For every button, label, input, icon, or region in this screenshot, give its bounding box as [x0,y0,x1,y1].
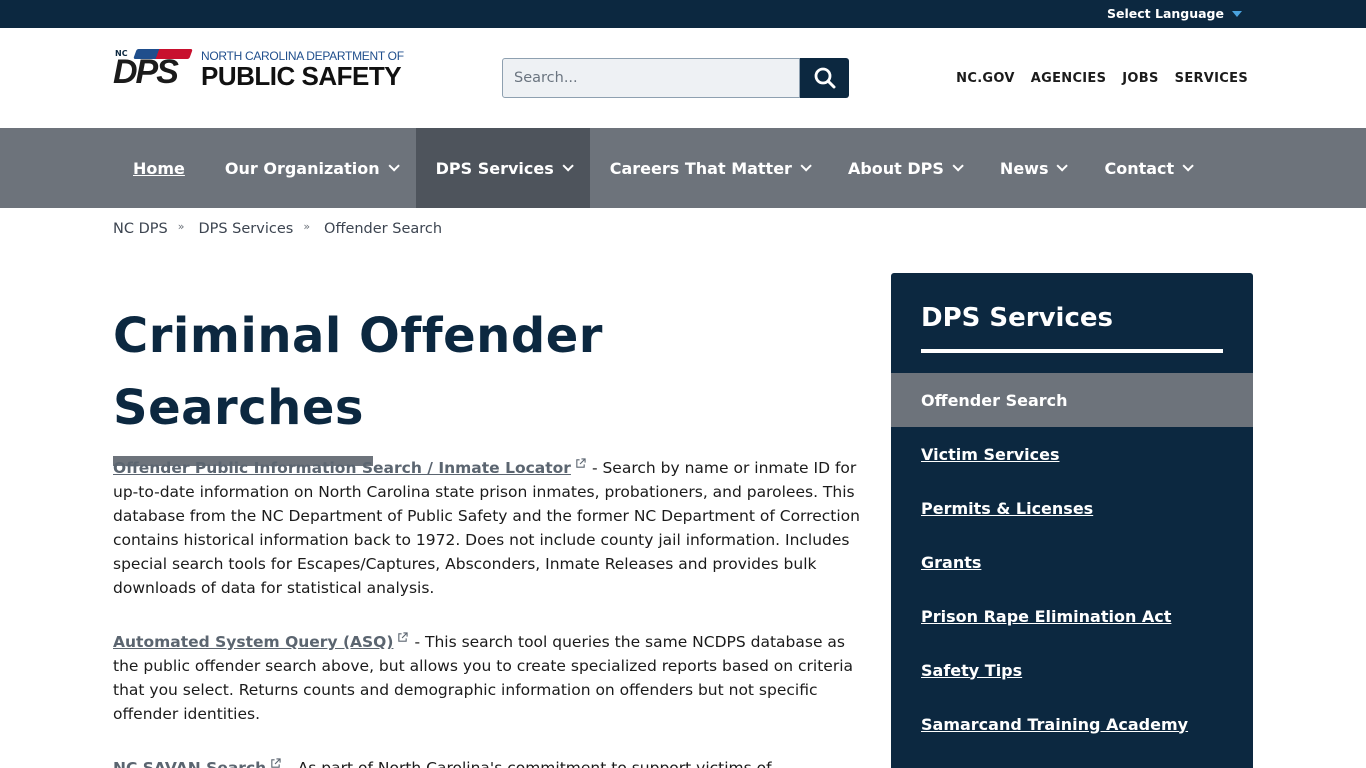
site-header: NC DPS NORTH CAROLINA DEPARTMENT OF PUBL… [0,28,1366,128]
chevron-down-icon [800,160,812,172]
offender-search-link[interactable]: Offender Public Information Search / Inm… [113,459,571,477]
nav-item-about[interactable]: About DPS [828,128,980,208]
sidebar-item-label: Samarcand Training Academy [921,714,1189,734]
sidebar-item-label: Prison Rape Elimination Act [921,606,1172,626]
breadcrumb-separator: » [177,219,185,233]
language-selector[interactable]: Select Language [1107,6,1242,21]
utility-link-jobs[interactable]: JOBS [1122,71,1158,86]
sidebar-item-permits-licenses[interactable]: Permits & Licenses [891,481,1253,535]
chevron-down-icon [388,160,400,172]
chevron-down-icon [1056,160,1069,172]
search-entry: Offender Public Information Search / Inm… [113,456,863,600]
nav-item-contact[interactable]: Contact [1084,128,1210,208]
sidebar-item-offender-search[interactable]: Offender Search [891,373,1253,427]
entry-description: - Search by name or inmate ID for up-to-… [113,459,860,597]
dps-logo-mark: NC DPS [113,49,193,91]
main-content: Criminal Offender Searches Offender Publ… [113,300,863,768]
top-utility-bar: Select Language [0,0,1366,28]
sidebar-title-underline [921,349,1223,353]
sidebar-item-label: Grants [921,552,982,572]
sidebar-item-label: Victim Services [921,444,1060,464]
search-icon [814,67,835,89]
nav-label: Careers That Matter [609,158,792,178]
asq-link[interactable]: Automated System Query (ASQ) [113,633,393,651]
savan-search-link[interactable]: NC SAVAN Search [113,759,266,768]
chevron-down-icon [952,160,964,172]
search-entry: Automated System Query (ASQ) - This searc… [113,630,863,726]
nav-item-our-organization[interactable]: Our Organization [205,128,416,208]
utility-links: NC.GOV AGENCIES JOBS SERVICES [956,71,1248,86]
external-link-icon [271,758,281,768]
nav-item-dps-services[interactable]: DPS Services [415,128,590,208]
sidebar-item-label: Offender Search [921,390,1068,410]
section-sidebar: DPS Services Offender Search Victim Serv… [891,273,1253,768]
utility-link-agencies[interactable]: AGENCIES [1031,71,1107,86]
site-logo[interactable]: NC DPS NORTH CAROLINA DEPARTMENT OF PUBL… [113,48,405,91]
chevron-down-icon [562,160,574,172]
chevron-down-icon [1182,160,1194,172]
nav-label: DPS Services [435,158,554,178]
nav-item-careers[interactable]: Careers That Matter [590,128,828,208]
breadcrumb-link-dps-services[interactable]: DPS Services [198,221,293,237]
search-button[interactable] [800,58,849,98]
nav-label: Home [133,158,185,178]
search-entry: NC SAVAN Search - As part of North Caroli… [113,756,863,768]
nav-label: Contact [1104,158,1175,178]
external-link-icon [398,632,409,642]
external-link-icon [576,458,586,468]
utility-link-services[interactable]: SERVICES [1175,71,1248,86]
nav-label: About DPS [847,158,944,178]
sidebar-item-safety-tips[interactable]: Safety Tips [891,643,1253,697]
caret-down-icon [1232,10,1242,17]
utility-link-ncgov[interactable]: NC.GOV [956,71,1015,86]
sidebar-item-label: Permits & Licenses [921,498,1094,518]
logo-text-bottom: PUBLIC SAFETY [201,61,402,91]
sidebar-item-prea[interactable]: Prison Rape Elimination Act [891,589,1253,643]
sidebar-item-samarcand[interactable]: Samarcand Training Academy [891,697,1253,751]
page-title: Criminal Offender Searches [113,308,603,436]
nav-label: News [999,158,1049,178]
sidebar-item-grants[interactable]: Grants [891,535,1253,589]
entry-description: - As part of North Carolina's commitment… [287,759,772,768]
breadcrumb-link-nc-dps[interactable]: NC DPS [113,221,168,237]
sidebar-item-label: Safety Tips [921,660,1023,680]
breadcrumb: NC DPS » DPS Services » Offender Search [113,219,443,238]
nav-item-news[interactable]: News [980,128,1085,208]
sidebar-title: DPS Services [921,303,1113,333]
nav-label: Our Organization [224,158,380,178]
sidebar-menu: Offender Search Victim Services Permits … [891,373,1253,751]
sidebar-item-victim-services[interactable]: Victim Services [891,427,1253,481]
language-label: Select Language [1107,6,1224,21]
breadcrumb-separator: » [303,219,311,233]
main-navigation: Home Our Organization DPS Services Caree… [0,128,1366,208]
search-form [502,58,849,98]
logo-dps-letters: DPS [113,53,179,91]
search-input[interactable] [502,58,800,98]
breadcrumb-current: Offender Search [324,221,443,237]
nav-item-home[interactable]: Home [113,128,205,208]
